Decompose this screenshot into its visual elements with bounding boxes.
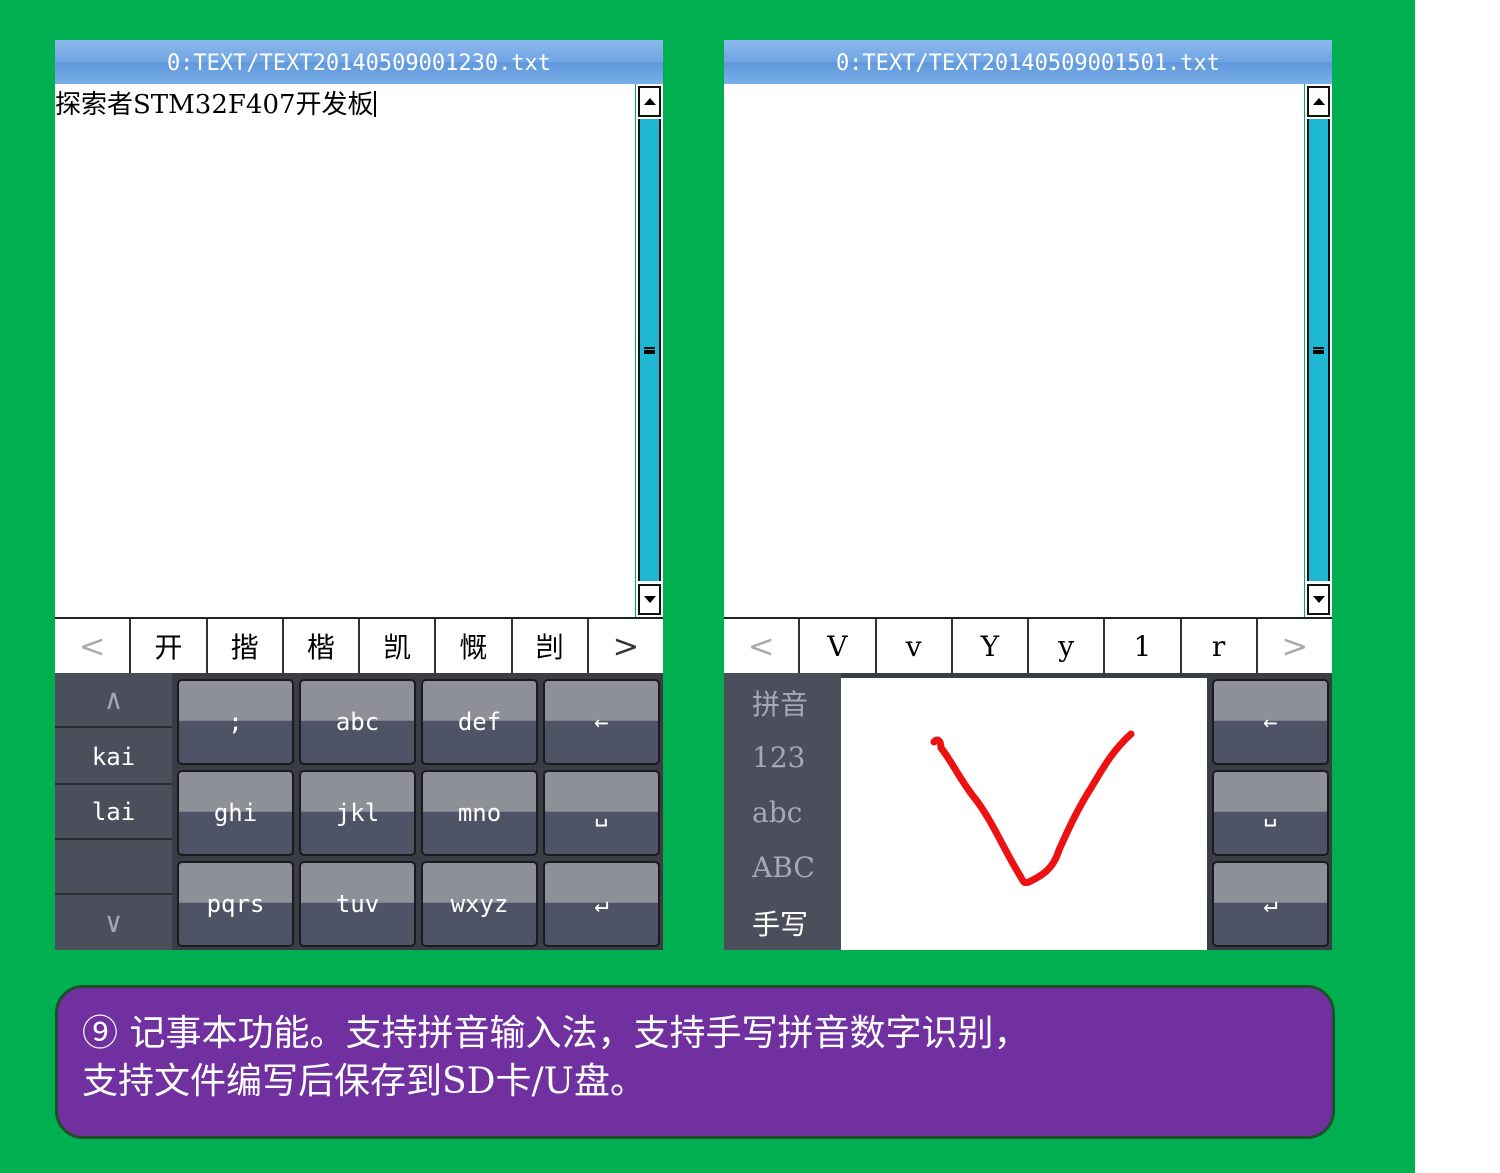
key-abc[interactable]: abc bbox=[299, 679, 416, 765]
scroll-up-button[interactable] bbox=[638, 86, 661, 117]
candidate-bar: < V v Y y 1 r > bbox=[724, 617, 1332, 673]
candidate-item[interactable]: v bbox=[874, 619, 951, 673]
candidate-item[interactable]: 揩 bbox=[205, 619, 282, 673]
mode-number-button[interactable]: 123 bbox=[724, 730, 841, 785]
key-backspace[interactable]: ← bbox=[543, 679, 660, 765]
text-caret bbox=[373, 91, 376, 117]
pinyin-item[interactable]: kai bbox=[55, 730, 172, 785]
text-editor[interactable] bbox=[724, 84, 1304, 617]
grip-icon bbox=[1313, 346, 1324, 354]
input-mode-list: 拼音 123 abc ABC 手写 bbox=[724, 673, 841, 950]
triangle-down-icon bbox=[1312, 596, 1325, 603]
key-def[interactable]: def bbox=[421, 679, 538, 765]
editor-content: 探索者STM32F407开发板 bbox=[55, 90, 374, 120]
notepad-window-right: 0:TEXT/TEXT20140509001501.txt < V v Y y … bbox=[724, 40, 1332, 950]
key-tuv[interactable]: tuv bbox=[299, 861, 416, 947]
key-enter[interactable]: ↵ bbox=[543, 861, 660, 947]
caption-line-1: ⑨ 记事本功能。支持拼音输入法，支持手写拼音数字识别， bbox=[82, 1013, 1030, 1054]
candidate-item[interactable]: 1 bbox=[1103, 619, 1179, 673]
pinyin-down-button[interactable]: ∨ bbox=[55, 895, 172, 950]
scroll-thumb[interactable] bbox=[1307, 119, 1330, 581]
pinyin-up-button[interactable]: ∧ bbox=[55, 673, 172, 728]
triangle-down-icon bbox=[643, 596, 656, 603]
grip-icon bbox=[644, 346, 655, 354]
candidate-prev-button[interactable]: < bbox=[724, 619, 798, 673]
text-editor[interactable]: 探索者STM32F407开发板 bbox=[55, 84, 635, 617]
handwriting-pad[interactable] bbox=[841, 678, 1207, 950]
key-ghi[interactable]: ghi bbox=[177, 770, 294, 856]
candidate-item[interactable]: 剀 bbox=[510, 619, 587, 673]
handwriting-keyboard: 拼音 123 abc ABC 手写 ← ␣ ↵ bbox=[724, 673, 1332, 950]
key-punctuation[interactable]: ; bbox=[177, 679, 294, 765]
stroke-path bbox=[930, 730, 1135, 887]
caption-line-2: 支持文件编写后保存到SD卡/U盘。 bbox=[82, 1061, 646, 1102]
candidate-next-button[interactable]: > bbox=[586, 619, 663, 673]
mode-pinyin-button[interactable]: 拼音 bbox=[724, 675, 841, 730]
candidate-bar: < 开 揩 楷 凯 慨 剀 > bbox=[55, 617, 663, 673]
candidate-item[interactable]: 凯 bbox=[358, 619, 434, 673]
scroll-up-button[interactable] bbox=[1307, 86, 1330, 117]
key-backspace[interactable]: ← bbox=[1212, 679, 1329, 765]
mode-lowercase-button[interactable]: abc bbox=[724, 785, 841, 840]
triangle-up-icon bbox=[1312, 98, 1325, 105]
mode-handwriting-button[interactable]: 手写 bbox=[724, 895, 841, 950]
scroll-down-button[interactable] bbox=[1307, 584, 1330, 615]
candidate-item[interactable]: Y bbox=[950, 619, 1027, 673]
window-title: 0:TEXT/TEXT20140509001230.txt bbox=[55, 40, 663, 84]
window-title: 0:TEXT/TEXT20140509001501.txt bbox=[724, 40, 1332, 84]
scroll-down-button[interactable] bbox=[638, 584, 661, 615]
key-jkl[interactable]: jkl bbox=[299, 770, 416, 856]
key-pqrs[interactable]: pqrs bbox=[177, 861, 294, 947]
vertical-scrollbar[interactable] bbox=[636, 84, 663, 617]
candidate-item[interactable]: 开 bbox=[129, 619, 205, 673]
key-enter[interactable]: ↵ bbox=[1212, 861, 1329, 947]
mode-uppercase-button[interactable]: ABC bbox=[724, 840, 841, 895]
candidate-next-button[interactable]: > bbox=[1255, 619, 1332, 673]
handwriting-stroke bbox=[930, 730, 1135, 887]
candidate-item[interactable]: 楷 bbox=[281, 619, 358, 673]
feature-caption: ⑨ 记事本功能。支持拼音输入法，支持手写拼音数字识别， 支持文件编写后保存到SD… bbox=[55, 985, 1335, 1139]
key-mno[interactable]: mno bbox=[421, 770, 538, 856]
pinyin-item[interactable]: lai bbox=[55, 785, 172, 840]
notepad-window-left: 0:TEXT/TEXT20140509001230.txt 探索者STM32F4… bbox=[55, 40, 663, 950]
key-space[interactable]: ␣ bbox=[543, 770, 660, 856]
candidate-item[interactable]: V bbox=[798, 619, 874, 673]
scroll-thumb[interactable] bbox=[638, 119, 661, 581]
key-space[interactable]: ␣ bbox=[1212, 770, 1329, 856]
triangle-up-icon bbox=[643, 98, 656, 105]
key-wxyz[interactable]: wxyz bbox=[421, 861, 538, 947]
candidate-item[interactable]: 慨 bbox=[434, 619, 510, 673]
candidate-prev-button[interactable]: < bbox=[55, 619, 129, 673]
pinyin-item[interactable] bbox=[55, 840, 172, 895]
pinyin-list: ∧ kai lai ∨ bbox=[55, 673, 172, 950]
candidate-item[interactable]: r bbox=[1179, 619, 1256, 673]
candidate-item[interactable]: y bbox=[1027, 619, 1103, 673]
vertical-scrollbar[interactable] bbox=[1305, 84, 1332, 617]
pinyin-keyboard: ∧ kai lai ∨ ; abc def ← ghi jkl mno ␣ pq… bbox=[55, 673, 663, 950]
